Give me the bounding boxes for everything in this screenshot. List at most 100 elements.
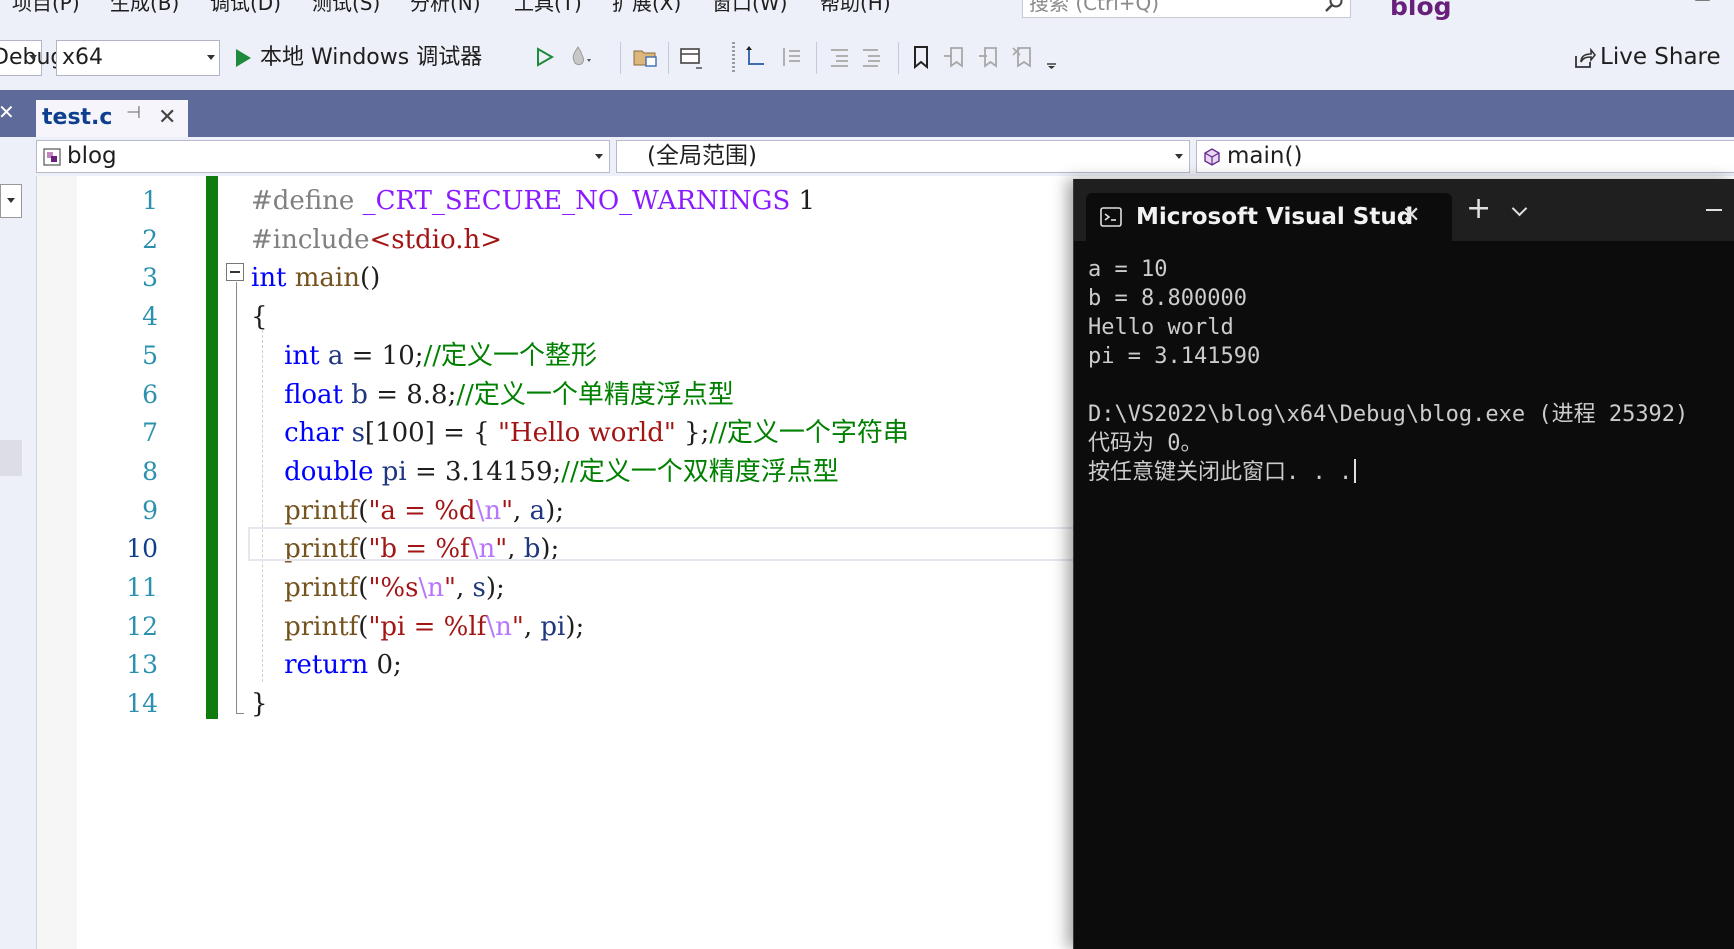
minimize-icon[interactable] [1706,209,1722,211]
code-token: char [284,418,344,449]
code-token: ( [358,611,369,642]
close-icon[interactable]: ✕ [0,100,15,124]
code-line[interactable]: #define _CRT_SECURE_NO_WARNINGS 1 [251,182,815,220]
maximize-icon[interactable] [1694,0,1712,2]
menu-test[interactable]: 测试(S) [312,0,380,18]
code-line[interactable]: int main() [251,259,380,297]
chevron-down-icon [1175,154,1183,159]
code-token: s [472,573,486,603]
code-token: "pi = %lf [368,611,487,642]
code-line[interactable]: return 0; [251,646,402,684]
console-line: a = 10 [1088,255,1728,284]
toolbar-gripper[interactable] [732,42,735,74]
code-token: main [294,263,360,294]
console-line-text: a = 10 [1088,257,1168,282]
code-token: //定义一个整形 [423,340,598,371]
menu-tools[interactable]: 工具(T) [514,0,582,18]
collapse-icon[interactable] [226,263,244,281]
code-line[interactable]: char s[100] = { "Hello world" };//定义一个字符… [251,414,909,452]
toolbar-separator [620,42,621,74]
close-icon[interactable]: ✕ [1402,193,1420,239]
indent-icon[interactable] [826,44,852,70]
format-icon[interactable] [778,44,804,70]
layout-icon[interactable] [678,44,704,70]
code-token: s [351,418,365,449]
current-line-highlight [248,527,1078,561]
menu-debug[interactable]: 调试(D) [210,0,281,18]
bookmark-icon[interactable] [908,44,934,70]
menu-analyze[interactable]: 分析(N) [410,0,481,18]
console-line-text: D:\VS2022\blog\x64\Debug\blog.exe (进程 25… [1088,402,1689,427]
code-token: _CRT_SECURE_NO_WARNINGS [362,186,791,216]
search-input[interactable]: 搜索 (Ctrl+Q) [1022,0,1351,18]
code-token: pi [540,611,566,642]
menu-extensions[interactable]: 扩展(X) [612,0,681,18]
project-select[interactable]: blog [36,140,610,173]
code-line[interactable]: printf("a = %d\n", a); [251,492,564,530]
code-line[interactable]: float b = 8.8;//定义一个单精度浮点型 [251,376,734,414]
chevron-down-icon [29,55,37,60]
code-token: () [360,263,381,294]
code-line[interactable]: printf("pi = %lf\n", pi); [251,608,584,646]
line-number: 4 [142,302,158,332]
console-tab[interactable]: Microsoft Visual Stud ✕ [1086,193,1452,241]
toolbar-separator [816,42,817,74]
pin-icon[interactable]: ⊣ [126,103,141,123]
left-dock-select[interactable] [0,184,22,218]
search-placeholder: 搜索 (Ctrl+Q) [1029,0,1160,15]
menu-window[interactable]: 窗口(W) [712,0,787,18]
console-line-text: pi = 3.141590 [1088,344,1261,369]
menu-project[interactable]: 项目(P) [12,0,80,18]
member-select[interactable]: main() [1196,140,1734,173]
code-line[interactable]: printf("%s\n", s); [251,569,505,607]
code-token: " [443,573,456,603]
code-line[interactable]: double pi = 3.14159;//定义一个双精度浮点型 [251,453,839,491]
play-outline-icon[interactable] [531,44,557,70]
plus-icon[interactable]: + [1466,189,1491,229]
code-token: ); [565,611,585,642]
document-tab-strip: ✕ test.c ⊣ ✕ [0,90,1734,137]
chevron-down-icon[interactable] [1511,200,1528,217]
line-number: 5 [142,340,158,370]
code-token: \n [418,573,444,603]
step-icon[interactable] [744,44,770,70]
folder-icon[interactable] [632,44,658,70]
configuration-select[interactable]: Debug [0,40,64,76]
console-line: 按任意键关闭此窗口. . . [1088,458,1728,487]
bookmark-next-icon[interactable] [976,44,1002,70]
code-token: , [513,495,530,526]
tab-test-c[interactable]: test.c ⊣ ✕ [36,100,188,137]
bookmark-prev-icon[interactable] [942,44,968,70]
console-window[interactable]: Microsoft Visual Stud ✕ + a = 10 b = 8.80… [1073,179,1734,949]
bookmark-clear-icon[interactable] [1010,44,1036,70]
code-token: <stdio.h> [369,224,503,255]
menu-build[interactable]: 生成(B) [110,0,179,18]
console-output[interactable]: a = 10 b = 8.800000 Hello world pi = 3.1415… [1088,255,1728,487]
menu-help[interactable]: 帮助(H) [820,0,891,18]
standard-toolbar: Debug x64 本地 Windows 调试器 Live Share [0,36,1734,80]
toolbar-overflow-icon[interactable] [1044,44,1060,70]
line-number: 12 [126,611,158,641]
vs-chrome: 项目(P) 生成(B) 调试(D) 测试(S) 分析(N) 工具(T) 扩展(X… [0,0,1734,90]
line-number: 2 [142,224,158,254]
code-token: " [501,495,514,526]
member-value: main() [1227,143,1303,169]
scope-select[interactable]: (全局范围) [616,140,1190,173]
platform-select[interactable]: x64 [56,40,220,76]
code-line[interactable]: int a = 10;//定义一个整形 [251,337,597,375]
code-line[interactable]: } [251,685,268,723]
code-line[interactable]: #include<stdio.h> [251,221,502,259]
code-token: \n [475,495,502,526]
code-line[interactable]: { [251,298,268,336]
outdent-icon[interactable] [860,44,886,70]
close-icon[interactable]: ✕ [158,100,176,136]
outline-guide-end [236,713,244,714]
code-token: #include [251,224,370,255]
hot-reload-icon[interactable] [565,44,591,70]
